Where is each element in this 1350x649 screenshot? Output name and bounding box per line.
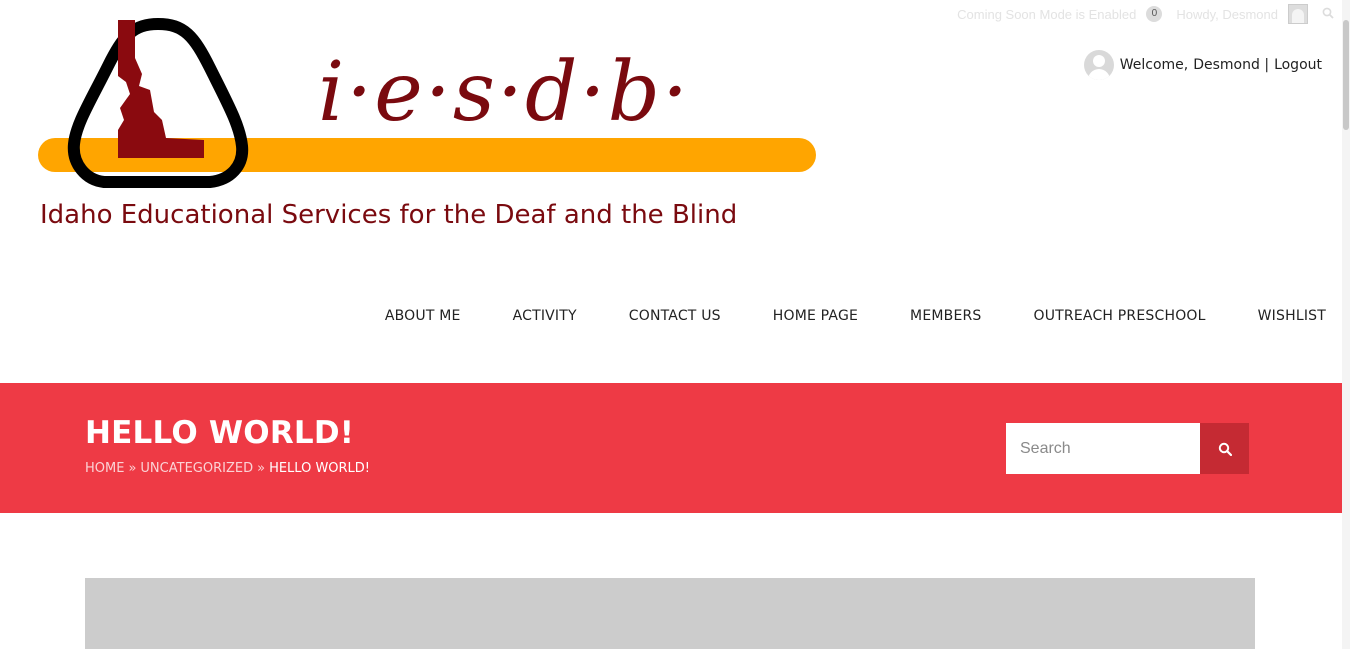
logout-link[interactable]: Logout [1274,57,1322,73]
logo-wordmark: i·e·s·d·b· [318,45,691,140]
nav-outreach-preschool[interactable]: OUTREACH PRESCHOOL [1034,308,1206,324]
logo-tagline: Idaho Educational Services for the Deaf … [40,200,738,230]
breadcrumb-separator: » [257,461,266,476]
breadcrumb-current: HELLO WORLD! [269,461,371,476]
user-welcome: Welcome, Desmond | Logout [1083,50,1322,80]
welcome-label: Welcome, [1119,57,1189,73]
admin-bar: Coming Soon Mode is Enabled 0 Howdy, Des… [957,4,1350,24]
page-title: HELLO WORLD! [85,415,355,451]
nav-wishlist[interactable]: WISHLIST [1258,308,1326,324]
featured-image-placeholder [85,578,1255,649]
scrollbar-thumb[interactable] [1343,20,1349,130]
nav-contact-us[interactable]: CONTACT US [629,308,721,324]
page-title-banner: HELLO WORLD! HOME» UNCATEGORIZED» HELLO WO… [0,383,1342,513]
nav-members[interactable]: MEMBERS [910,308,981,324]
user-avatar-icon[interactable] [1083,50,1114,80]
site-logo[interactable]: i·e·s·d·b· Idaho Educational Services fo… [38,16,828,241]
breadcrumb-separator: » [128,461,137,476]
welcome-username[interactable]: Desmond | [1193,57,1269,73]
search-icon [1218,442,1232,456]
nav-activity[interactable]: ACTIVITY [513,308,577,324]
breadcrumb: HOME» UNCATEGORIZED» HELLO WORLD! [85,461,370,476]
nav-home-page[interactable]: HOME PAGE [773,308,858,324]
nav-about-me[interactable]: ABOUT ME [385,308,461,324]
main-navigation: ABOUT ME ACTIVITY CONTACT US HOME PAGE M… [333,308,1326,324]
admin-search-icon[interactable] [1322,7,1334,22]
search-button[interactable] [1200,423,1249,474]
howdy-user-link[interactable]: Howdy, Desmond [1176,7,1278,22]
admin-avatar-icon[interactable] [1288,4,1308,24]
notification-count-badge[interactable]: 0 [1146,6,1163,22]
breadcrumb-category[interactable]: UNCATEGORIZED [140,461,253,476]
search-input[interactable] [1006,423,1200,474]
page-scrollbar[interactable] [1342,0,1350,649]
coming-soon-notice[interactable]: Coming Soon Mode is Enabled [957,7,1136,22]
breadcrumb-home[interactable]: HOME [85,461,124,476]
